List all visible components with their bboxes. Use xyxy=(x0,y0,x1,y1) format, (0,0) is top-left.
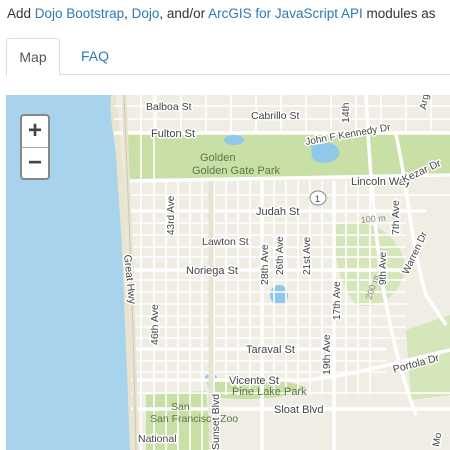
label-sunset-blvd: Sunset Blvd xyxy=(210,394,222,450)
map-canvas: Balboa St Cabrillo St Fulton St John F K… xyxy=(6,95,450,450)
label-46th: 46th Ave xyxy=(149,304,161,345)
label-golden-gate-park-1: Golden xyxy=(200,152,235,164)
label-43rd: 43rd Ave xyxy=(166,195,177,235)
lake-spreckels xyxy=(224,135,244,145)
label-cabrillo: Cabrillo St xyxy=(251,110,300,122)
label-balboa: Balboa St xyxy=(146,101,192,113)
intro-prefix: Add xyxy=(7,6,35,21)
dojo-link[interactable]: Dojo xyxy=(132,6,160,21)
label-national: National xyxy=(138,433,177,445)
label-zoo: San Francisco Zoo xyxy=(150,413,238,425)
label-judah: Judah St xyxy=(256,206,299,218)
label-sloat: Sloat Blvd xyxy=(274,404,324,416)
label-san-francisco: San xyxy=(171,401,190,413)
label-lawton: Lawton St xyxy=(202,236,249,248)
intro-sep-2: , and/or xyxy=(159,6,209,21)
label-17th: 17th Ave xyxy=(332,281,343,320)
tab-map[interactable]: Map xyxy=(6,38,60,76)
label-taraval: Taraval St xyxy=(246,344,295,356)
label-28th: 28th Ave xyxy=(259,244,271,285)
label-14th: 14th xyxy=(340,102,352,123)
route-1-label: 1 xyxy=(315,194,320,204)
map-view[interactable]: Balboa St Cabrillo St Fulton St John F K… xyxy=(6,95,450,450)
label-golden-gate-park: Golden Gate Park xyxy=(192,165,281,177)
label-fulton: Fulton St xyxy=(151,128,195,140)
label-noriega: Noriega St xyxy=(186,265,238,277)
tab-faq[interactable]: FAQ xyxy=(70,38,120,74)
zoom-out-button[interactable]: − xyxy=(22,148,48,179)
intro-text: Add Dojo Bootstrap, Dojo, and/or ArcGIS … xyxy=(7,6,450,21)
route-1-shield: 1 xyxy=(309,190,327,206)
label-26th: 26th Ave xyxy=(275,236,286,275)
label-21st: 21st Ave xyxy=(302,236,313,275)
zoom-control: + − xyxy=(20,114,50,180)
dojo-bootstrap-link[interactable]: Dojo Bootstrap xyxy=(35,6,124,21)
label-7th: 7th Ave xyxy=(390,200,402,235)
arcgis-link[interactable]: ArcGIS for JavaScript API xyxy=(208,6,363,21)
intro-sep-1: , xyxy=(124,6,132,21)
label-pine-lake: Pine Lake Park xyxy=(232,386,307,398)
intro-suffix: modules as xyxy=(362,6,436,21)
tab-bar: Map FAQ xyxy=(6,38,450,76)
page: Add Dojo Bootstrap, Dojo, and/or ArcGIS … xyxy=(0,0,450,450)
zoom-in-button[interactable]: + xyxy=(22,116,48,148)
label-19th: 19th Ave xyxy=(321,334,333,375)
